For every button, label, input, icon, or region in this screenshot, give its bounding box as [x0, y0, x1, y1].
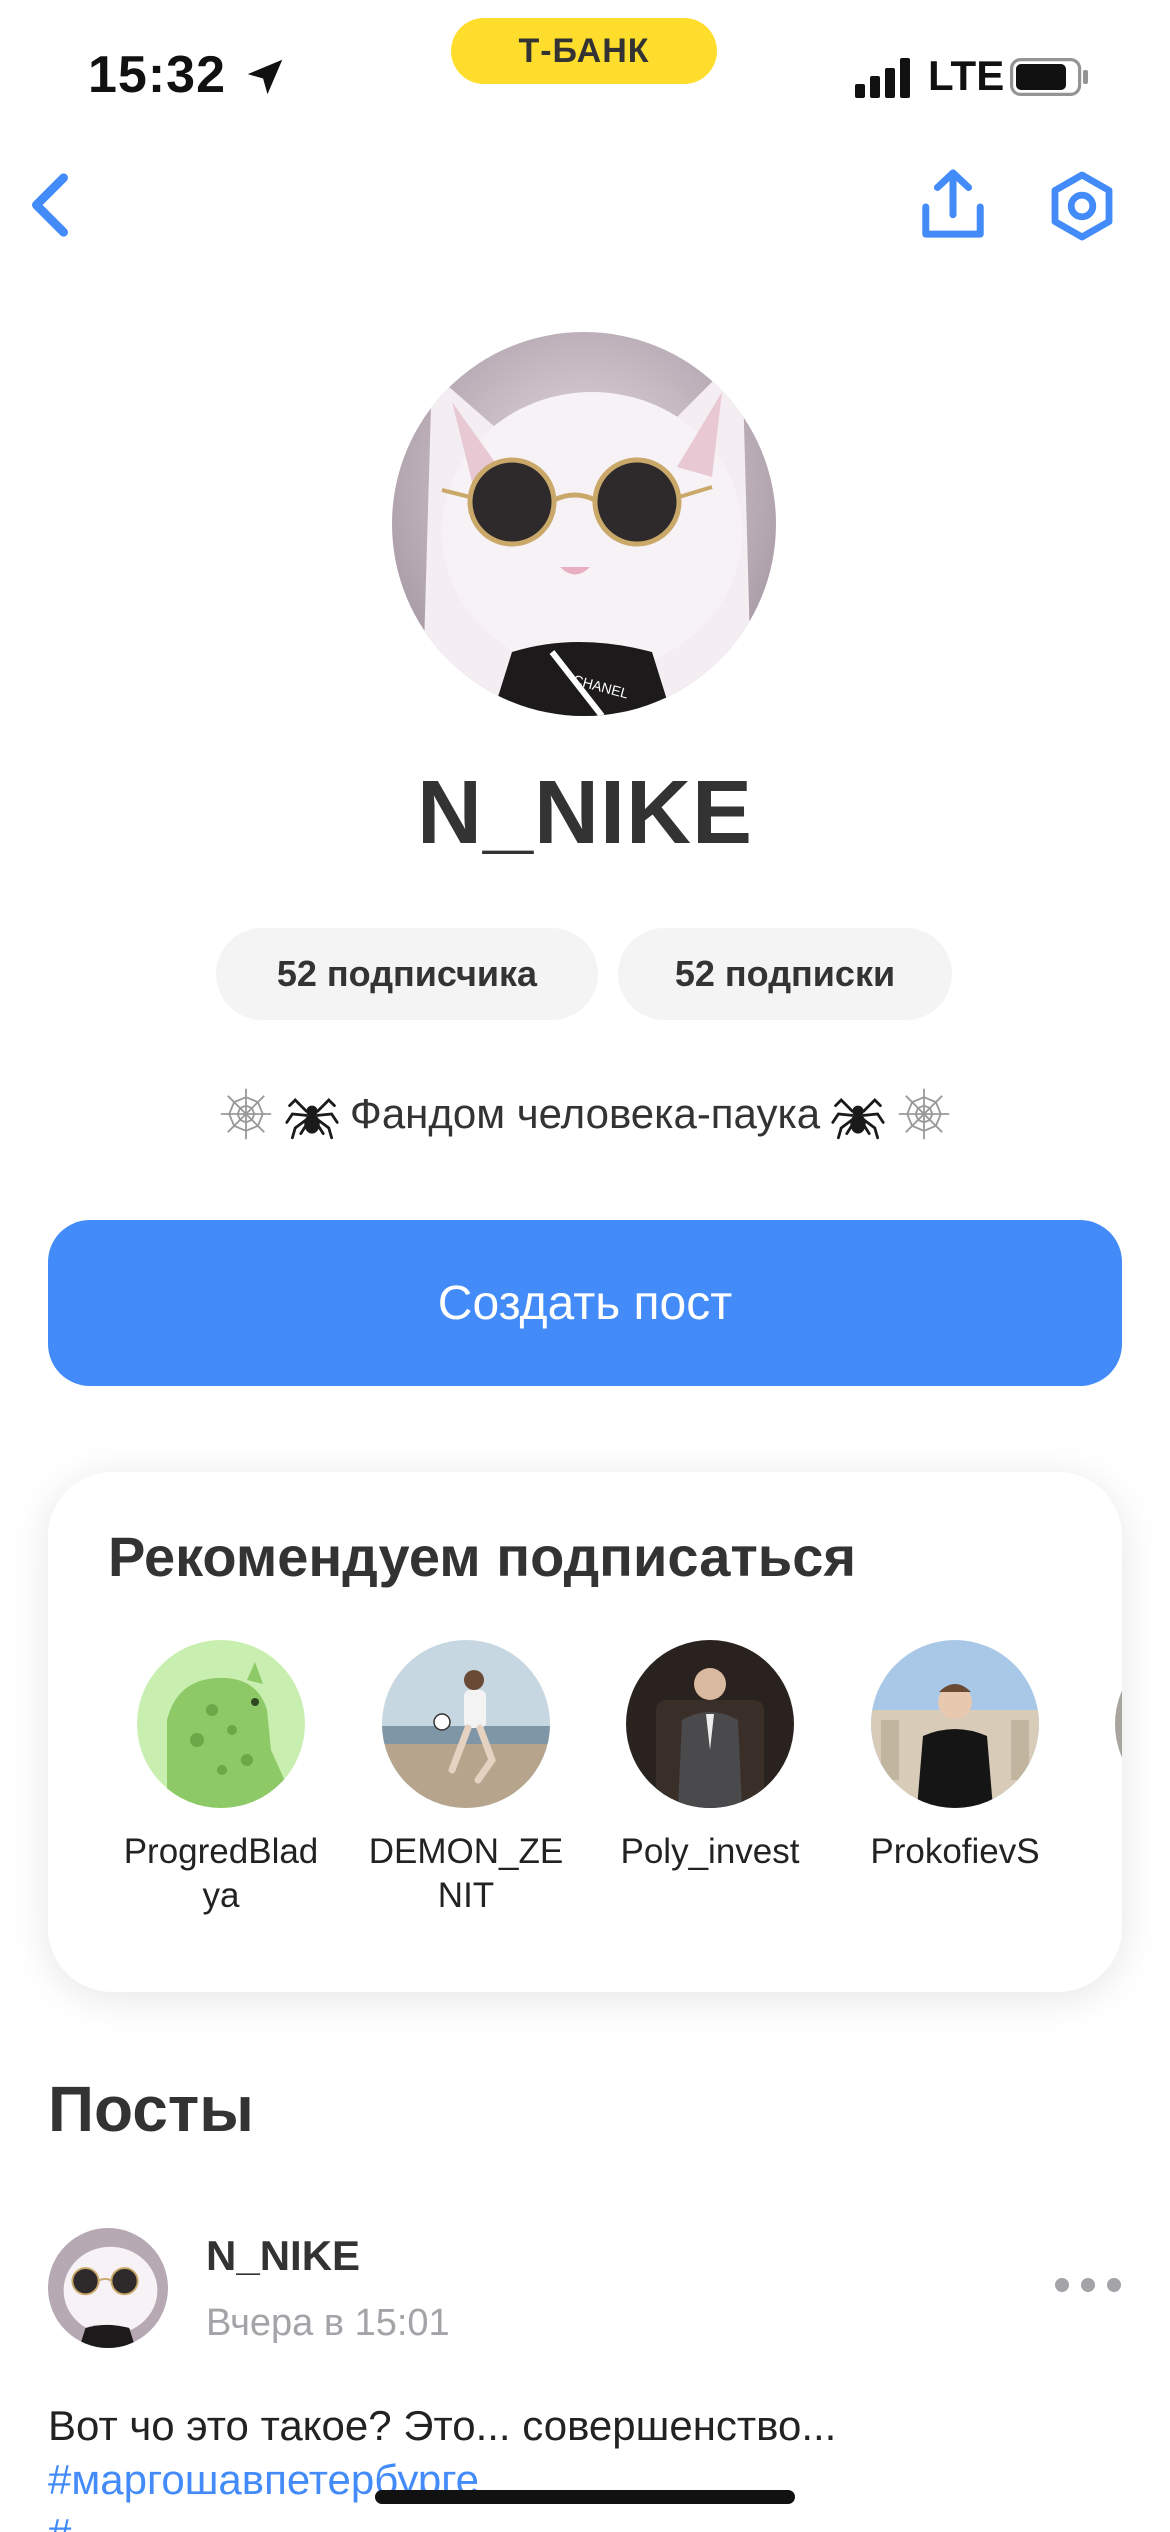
- spider-web-icon: [220, 1088, 272, 1140]
- post-author-name[interactable]: N_NIKE: [206, 2232, 360, 2280]
- avatar: [1115, 1640, 1122, 1808]
- recommended-user[interactable]: DEMON_ZENIT: [361, 1640, 571, 1918]
- post-author-avatar[interactable]: [48, 2228, 168, 2348]
- status-time: 15:32: [88, 46, 226, 104]
- spider-icon: [285, 1098, 339, 1140]
- bio-text: Фандом человека-паука: [349, 1090, 821, 1137]
- recommended-user-name: ProkofievS: [870, 1832, 1040, 1871]
- recommended-user-name: ar: [1094, 1830, 1122, 1874]
- post-timestamp: Вчера в 15:01: [206, 2302, 450, 2344]
- profile-bio: Фандом человека-паука: [0, 1086, 1170, 1142]
- avatar: [626, 1640, 794, 1808]
- post-hashtag-partial[interactable]: #...: [48, 2510, 106, 2532]
- settings-icon[interactable]: [1046, 170, 1118, 242]
- chevron-left-icon[interactable]: [20, 170, 80, 240]
- recommended-user-name: DEMON_ZENIT: [368, 1832, 564, 1915]
- followers-pill[interactable]: 52 подписчика: [216, 928, 598, 1020]
- recommended-user[interactable]: ProgredBladya: [116, 1640, 326, 1918]
- avatar: [382, 1640, 550, 1808]
- post-text: Вот чо это такое? Это... совершенство...: [48, 2402, 837, 2449]
- recommended-user-name: Poly_invest: [620, 1832, 800, 1871]
- home-indicator[interactable]: [375, 2490, 795, 2504]
- bank-pill[interactable]: Т-БАНК: [451, 18, 717, 84]
- status-bar: 15:32 Т-БАНК LTE: [0, 0, 1170, 150]
- create-post-button[interactable]: Создать пост: [48, 1220, 1122, 1386]
- spider-icon: [831, 1098, 885, 1140]
- recommended-user-name: ProgredBladya: [123, 1832, 319, 1915]
- avatar: [137, 1640, 305, 1808]
- signal-icon: [855, 58, 910, 98]
- posts-title: Посты: [48, 2073, 254, 2145]
- spider-web-icon: [898, 1088, 950, 1140]
- recommendations-title: Рекомендуем подписаться: [108, 1525, 857, 1588]
- avatar: [871, 1640, 1039, 1808]
- battery-icon: [1010, 58, 1088, 96]
- cat-avatar-image: CHANEL: [392, 332, 776, 716]
- recommendations-card: Рекомендуем подписаться ProgredBladya DE…: [48, 1472, 1122, 1992]
- recommended-user[interactable]: ProkofievS: [850, 1640, 1060, 1874]
- network-type: LTE: [928, 52, 1005, 99]
- share-icon[interactable]: [918, 168, 988, 242]
- more-options-icon[interactable]: [1050, 2270, 1126, 2300]
- profile-avatar[interactable]: CHANEL: [392, 332, 776, 716]
- following-pill[interactable]: 52 подписки: [618, 928, 952, 1020]
- profile-name: N_NIKE: [416, 763, 754, 863]
- recommended-user[interactable]: ar: [1094, 1640, 1122, 1874]
- recommended-user[interactable]: Poly_invest: [605, 1640, 815, 1874]
- location-arrow-icon: [247, 59, 283, 95]
